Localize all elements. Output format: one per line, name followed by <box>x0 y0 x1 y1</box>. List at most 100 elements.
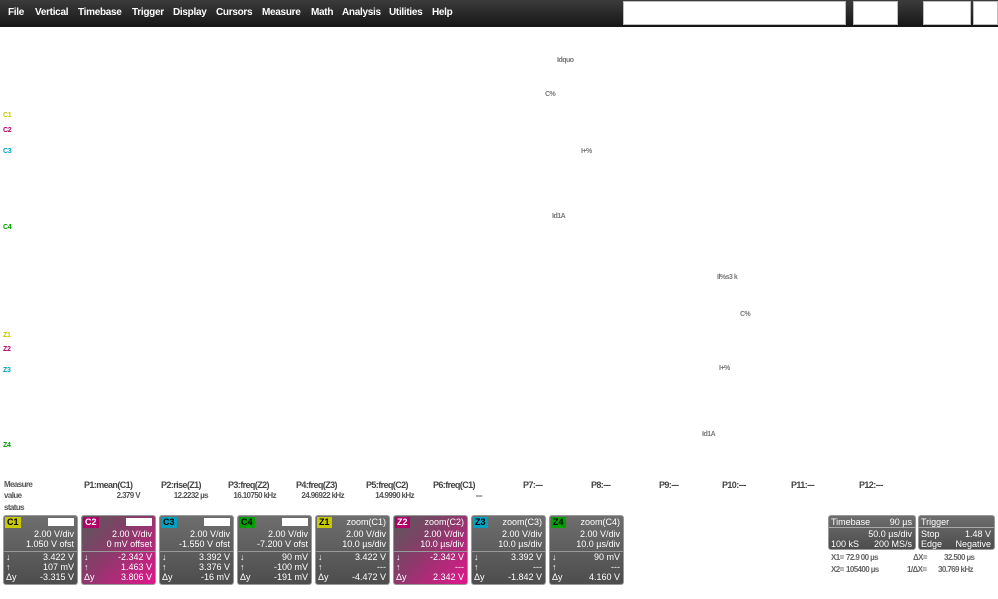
cursor-up-value: -100 mV <box>273 562 308 572</box>
cursor-x1-label: X1= <box>831 553 844 562</box>
channel-box-c1[interactable]: C1 2.00 V/div 1.050 V ofst ↓ 3.422 V ↑ 107… <box>3 515 78 585</box>
channel-box-c3[interactable]: C3 2.00 V/div -1.550 V ofst ↓ 3.392 V ↑ 3.… <box>159 515 234 585</box>
menu-cursors[interactable]: Cursors <box>216 7 253 18</box>
menu-math[interactable]: Math <box>311 7 333 18</box>
zoom-source: zoom(C2) <box>424 517 464 527</box>
vertical-offset: 1.050 V ofst <box>25 539 74 549</box>
menu-vertical[interactable]: Vertical <box>35 7 68 18</box>
cursor-up-value: 1.463 V <box>120 562 152 572</box>
window-control[interactable] <box>973 1 998 25</box>
cursor-up-value: --- <box>455 562 464 572</box>
trace-label-z2[interactable]: Z2 <box>3 346 11 353</box>
status-field[interactable] <box>853 1 898 25</box>
up-arrow-icon: ↑ <box>396 562 401 572</box>
measure-value-p3: 16.10750 kHz <box>233 491 276 500</box>
trace-label-c2[interactable]: C2 <box>3 127 12 134</box>
delta-y-label: Δy <box>552 572 563 582</box>
timebase-per-div: 50.0 µs/div <box>868 529 912 539</box>
trace-label-z4[interactable]: Z4 <box>3 442 11 449</box>
measure-param-p6[interactable]: P6:freq(C1) <box>433 480 476 490</box>
cursor-inv-delta-x-label: 1/ΔX= <box>907 565 927 574</box>
trace-label-z1[interactable]: Z1 <box>3 332 11 339</box>
measure-param-p8[interactable]: P8:--- <box>591 480 611 490</box>
cursor-x1-value: 72.9 00 µs <box>846 553 879 562</box>
zoom-source: zoom(C4) <box>580 517 620 527</box>
menu-measure[interactable]: Measure <box>262 7 301 18</box>
menu-file[interactable]: File <box>8 7 24 18</box>
up-arrow-icon: ↑ <box>84 562 89 572</box>
vertical-offset: 0 mV offset <box>106 539 152 549</box>
trace-label-z3[interactable]: Z3 <box>3 367 11 374</box>
cursor-inv-delta-x-value: 30.769 kHz <box>938 565 974 574</box>
channel-label-field[interactable] <box>126 518 152 526</box>
grid-annotation: I+% <box>719 365 730 372</box>
timebase-box[interactable]: Timebase 90 µs 50.0 µs/div 100 kS 200 MS/s <box>828 515 916 550</box>
measure-param-p12[interactable]: P12:--- <box>859 480 883 490</box>
measure-param-p5[interactable]: P5:freq(C2) <box>366 480 409 490</box>
measure-param-p9[interactable]: P9:--- <box>659 480 679 490</box>
delta-y-label: Δy <box>162 572 173 582</box>
menu-bar: File Vertical Timebase Trigger Display C… <box>0 0 998 27</box>
channel-box-c2[interactable]: C2 2.00 V/div 0 mV offset ↓ -2.342 V ↑ 1.4… <box>81 515 156 585</box>
trace-label-c3[interactable]: C3 <box>3 148 12 155</box>
up-arrow-icon: ↑ <box>162 562 167 572</box>
channel-box-c4[interactable]: C4 2.00 V/div -7.200 V ofst ↓ 90 mV ↑ -100… <box>237 515 312 585</box>
vertical-offset: -1.550 V ofst <box>178 539 230 549</box>
trace-label-c4[interactable]: C4 <box>3 224 12 231</box>
value-row-label: value <box>4 491 22 500</box>
grid-annotation: Id1A <box>552 213 566 220</box>
zoom-tag: Z1 <box>317 517 332 528</box>
down-arrow-icon: ↓ <box>84 552 89 562</box>
trigger-box[interactable]: Trigger Stop 1.48 V Edge Negative <box>918 515 995 550</box>
menu-analysis[interactable]: Analysis <box>342 7 381 18</box>
vertical-scale: 2.00 V/div <box>501 529 542 539</box>
menu-trigger[interactable]: Trigger <box>132 7 164 18</box>
grid-annotation: C% <box>545 91 556 98</box>
measure-param-p7[interactable]: P7:--- <box>523 480 543 490</box>
up-arrow-icon: ↑ <box>318 562 323 572</box>
title-field[interactable] <box>623 1 846 25</box>
trigger-level: 1.48 V <box>964 529 991 539</box>
channel-label-field[interactable] <box>282 518 308 526</box>
menu-utilities[interactable]: Utilities <box>389 7 423 18</box>
cursor-up-value: --- <box>611 562 620 572</box>
measure-param-p2[interactable]: P2:rise(Z1) <box>161 480 202 490</box>
zoom-box-z3[interactable]: Z3 zoom(C3) 2.00 V/div 10.0 µs/div ↓ 3.39… <box>471 515 546 585</box>
up-arrow-icon: ↑ <box>552 562 557 572</box>
timebase-samples: 100 kS <box>831 539 860 549</box>
zoom-box-z2[interactable]: Z2 zoom(C2) 2.00 V/div 10.0 µs/div ↓ -2.3… <box>393 515 468 585</box>
measure-param-p3[interactable]: P3:freq(Z2) <box>228 480 270 490</box>
channel-label-field[interactable] <box>48 518 74 526</box>
menu-help[interactable]: Help <box>432 7 453 18</box>
datetime-field[interactable] <box>923 1 971 25</box>
measure-row-label: Measure <box>4 480 33 489</box>
zoom-tag: Z3 <box>473 517 488 528</box>
down-arrow-icon: ↓ <box>474 552 479 562</box>
measure-param-p11[interactable]: P11:--- <box>791 480 815 490</box>
zoom-box-z4[interactable]: Z4 zoom(C4) 2.00 V/div 10.0 µs/div ↓ 90 m… <box>549 515 624 585</box>
measure-param-p10[interactable]: P10:--- <box>722 480 746 490</box>
delta-y-label: Δy <box>240 572 251 582</box>
grid-annotation: Idquo <box>557 57 574 64</box>
zoom-source: zoom(C3) <box>502 517 542 527</box>
up-arrow-icon: ↑ <box>6 562 11 572</box>
status-row-label: status <box>4 503 25 512</box>
measure-value-p6: --- <box>475 491 483 500</box>
menu-timebase[interactable]: Timebase <box>78 7 122 18</box>
measure-param-p4[interactable]: P4:freq(Z3) <box>296 480 338 490</box>
delta-y-value: -16 mV <box>200 572 230 582</box>
channel-label-field[interactable] <box>204 518 230 526</box>
delta-y-label: Δy <box>318 572 329 582</box>
grid-annotation: I+% <box>581 148 592 155</box>
delta-y-value: 4.160 V <box>588 572 620 582</box>
timebase-rate: 200 MS/s <box>873 539 912 549</box>
menu-display[interactable]: Display <box>173 7 207 18</box>
trace-label-c1[interactable]: C1 <box>3 112 12 119</box>
zoom-box-z1[interactable]: Z1 zoom(C1) 2.00 V/div 10.0 µs/div ↓ 3.42… <box>315 515 390 585</box>
delta-y-value: -4.472 V <box>351 572 386 582</box>
vertical-scale: 2.00 V/div <box>423 529 464 539</box>
vertical-scale: 2.00 V/div <box>267 529 308 539</box>
horizontal-scale: 10.0 µs/div <box>576 539 620 549</box>
cursor-down-value: 3.422 V <box>42 552 74 562</box>
measure-param-p1[interactable]: P1:mean(C1) <box>84 480 133 490</box>
